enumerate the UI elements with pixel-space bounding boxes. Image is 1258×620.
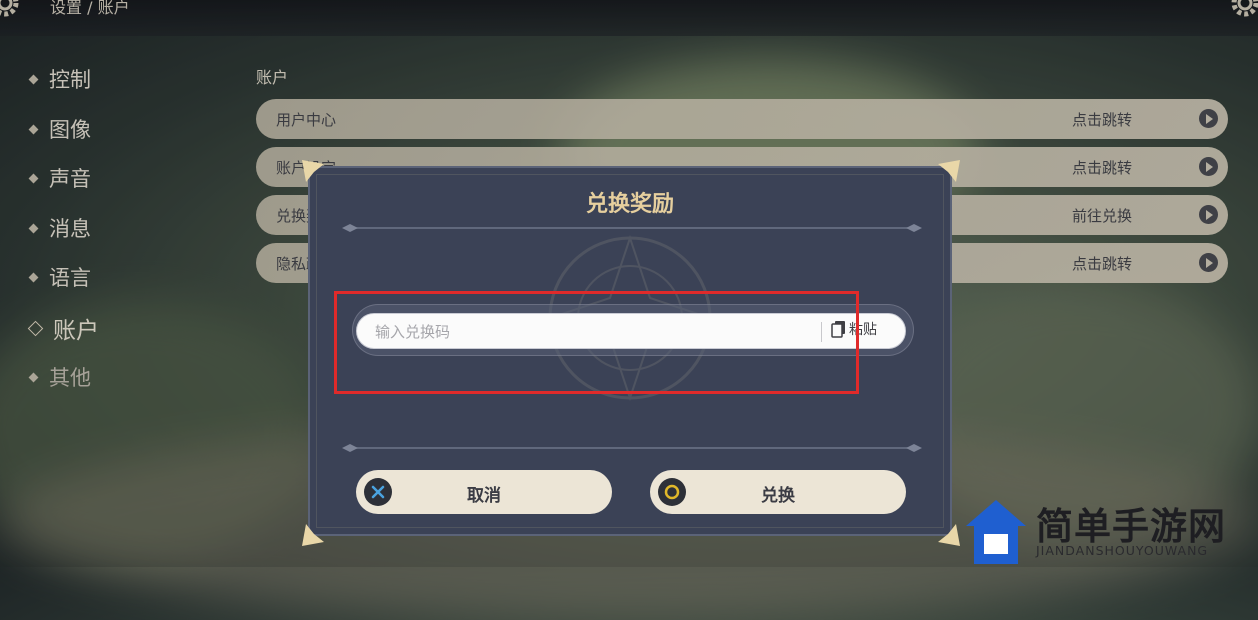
corner-ornament-icon [302,160,324,182]
cancel-label: 取消 [467,486,501,506]
corner-ornament-icon [302,524,324,546]
ornament-divider [342,224,922,232]
ornament-divider [342,444,922,452]
cancel-button[interactable]: 取消 [356,470,612,514]
watermark-title: 简单手游网 [1036,505,1226,548]
redeem-button[interactable]: 兑换 [650,470,906,514]
redeem-label: 兑换 [761,486,795,506]
dialog-title: 兑换奖励 [585,192,674,217]
watermark-subtitle: JIANDANSHOUYOUWANG [1036,543,1209,558]
corner-ornament-icon [938,160,960,182]
corner-ornament-icon [938,524,960,546]
highlight-box [334,291,859,394]
